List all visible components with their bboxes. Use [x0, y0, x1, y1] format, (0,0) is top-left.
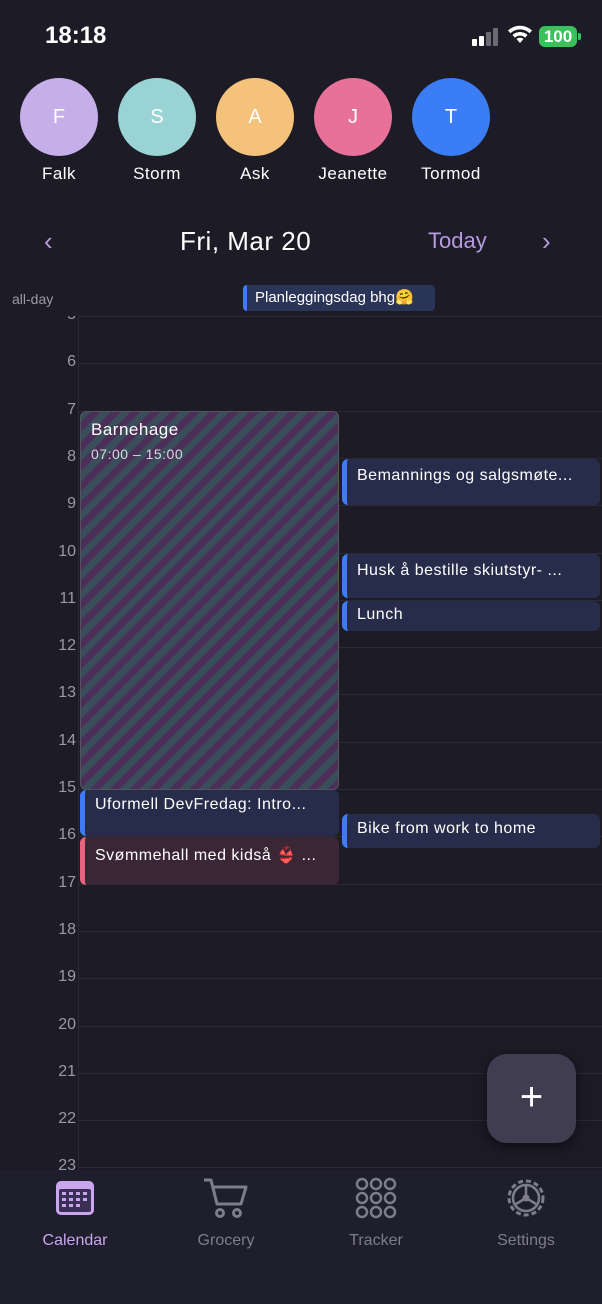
hour-label: 22: [58, 1110, 76, 1127]
clock: 18:18: [45, 22, 107, 49]
add-event-button[interactable]: +: [487, 1054, 576, 1143]
tab-bar: Calendar Grocery Tracker Settings: [0, 1170, 602, 1304]
event-barnehage[interactable]: Barnehage 07:00 – 15:00: [80, 411, 339, 790]
event-time: 07:00 – 15:00: [91, 446, 184, 462]
chevron-left-icon[interactable]: ‹: [44, 226, 53, 257]
tab-calendar[interactable]: Calendar: [0, 1176, 150, 1250]
tab-label: Settings: [497, 1232, 555, 1249]
member-name: Falk: [41, 164, 77, 183]
member-jeanette[interactable]: J Jeanette: [304, 78, 402, 184]
hour-label: 13: [58, 684, 76, 701]
event-title: Barnehage: [91, 420, 179, 439]
grid-dots-icon: [355, 1177, 397, 1219]
calendar-icon: [56, 1181, 94, 1215]
hour-label: 17: [58, 874, 76, 891]
avatar: T: [412, 78, 490, 156]
hour-line: [78, 931, 602, 932]
tab-tracker[interactable]: Tracker: [301, 1176, 451, 1250]
member-tormod[interactable]: T Tormod: [402, 78, 500, 184]
cart-icon: [204, 1178, 248, 1218]
timeline-divider: [78, 316, 79, 1170]
chevron-right-icon[interactable]: ›: [542, 226, 551, 257]
tab-label: Tracker: [349, 1232, 403, 1249]
hour-label: 7: [67, 401, 76, 418]
tab-settings[interactable]: Settings: [451, 1176, 601, 1250]
date-navigation: ‹ Fri, Mar 20 Today ›: [0, 218, 602, 264]
avatar: J: [314, 78, 392, 156]
hour-line: [78, 1026, 602, 1027]
day-timeline[interactable]: 5 6 7 8 9 10 11 12 13 14 15 16 17 18 19 20 21 22 23 Barneh…: [0, 316, 602, 1170]
member-avatars: F Falk S Storm A Ask J Jeanette T Tormod: [0, 78, 602, 188]
hour-label: 23: [58, 1157, 76, 1170]
allday-event[interactable]: Planleggingsdag bhg🤗: [243, 285, 435, 311]
hour-label: 14: [58, 732, 76, 749]
current-date: Fri, Mar 20: [180, 226, 312, 256]
event-lunch[interactable]: Lunch: [342, 601, 600, 631]
member-name: Tormod: [421, 164, 481, 183]
tab-label: Calendar: [42, 1232, 108, 1249]
event-devfredag[interactable]: Uformell DevFredag: Intro...: [80, 790, 339, 836]
hour-line: [78, 1167, 602, 1168]
hour-label: 16: [58, 826, 76, 843]
hour-label: 19: [58, 968, 76, 985]
event-bemanning[interactable]: Bemannings og salgsmøte...: [342, 459, 600, 505]
member-storm[interactable]: S Storm: [108, 78, 206, 184]
event-svommehall[interactable]: Svømmehall med kidså 👙 ...: [80, 837, 339, 885]
member-name: Jeanette: [318, 164, 388, 183]
allday-label: all-day: [12, 291, 54, 307]
hour-label: 18: [58, 921, 76, 938]
event-husk[interactable]: Husk å bestille skiutstyr- ...: [342, 554, 600, 598]
hour-label: 9: [67, 495, 76, 512]
member-ask[interactable]: A Ask: [206, 78, 304, 184]
member-name: Ask: [240, 164, 270, 183]
hour-label: 5: [0, 316, 76, 324]
battery-indicator: 100: [539, 26, 581, 47]
hour-label: 21: [58, 1063, 76, 1080]
hour-line: [78, 363, 602, 364]
today-button[interactable]: Today: [428, 228, 487, 254]
hour-label: 8: [67, 448, 76, 465]
tab-grocery[interactable]: Grocery: [151, 1176, 301, 1250]
tab-label: Grocery: [197, 1232, 255, 1249]
hour-label: 10: [58, 543, 76, 560]
hour-label: 6: [67, 353, 76, 370]
wifi-icon: [508, 25, 532, 43]
hour-label: 15: [58, 779, 76, 796]
hour-line: [78, 978, 602, 979]
avatar: F: [20, 78, 98, 156]
event-bike[interactable]: Bike from work to home: [342, 814, 600, 848]
hour-line: [78, 316, 602, 317]
hour-label: 20: [58, 1016, 76, 1033]
gear-icon: [507, 1179, 545, 1217]
member-falk[interactable]: F Falk: [10, 78, 108, 184]
status-bar: 18:18 100: [0, 0, 602, 72]
avatar: A: [216, 78, 294, 156]
cell-signal-icon: [472, 28, 500, 46]
hour-label: 12: [58, 637, 76, 654]
avatar: S: [118, 78, 196, 156]
hour-label: 11: [59, 590, 76, 607]
member-name: Storm: [133, 164, 181, 183]
